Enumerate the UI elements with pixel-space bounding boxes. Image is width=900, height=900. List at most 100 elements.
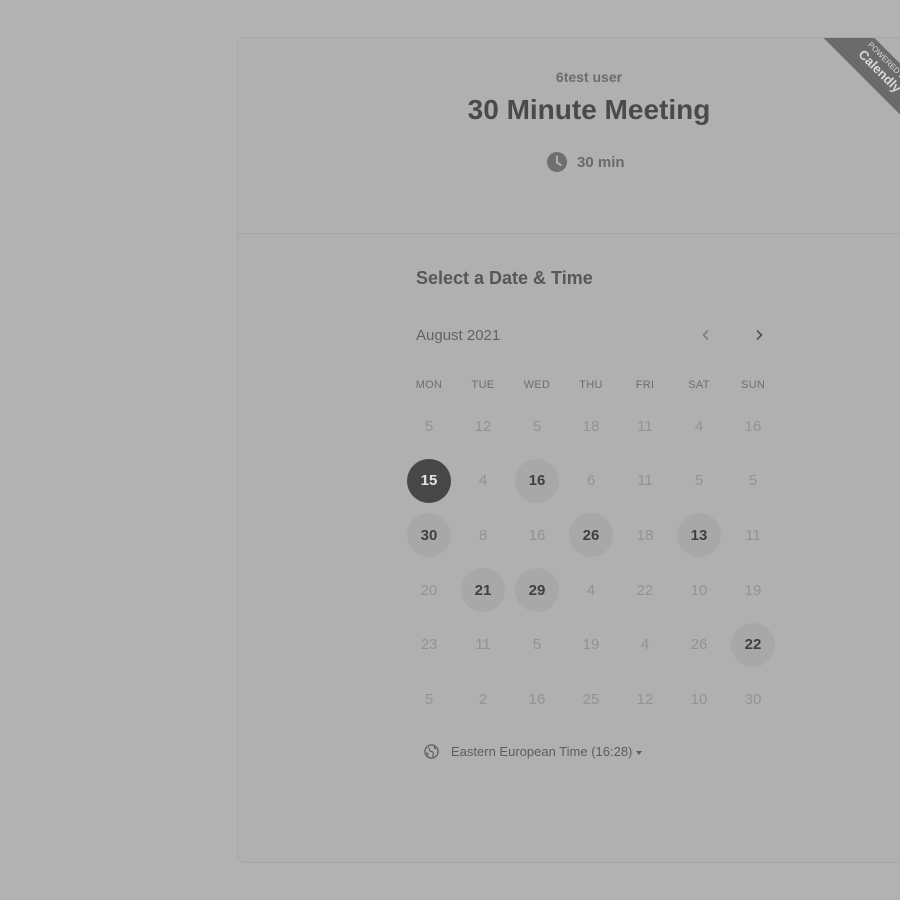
day-label-unavailable: 16 [528, 526, 546, 544]
event-duration: 30 min [547, 150, 625, 174]
day-cell: 16 [510, 672, 564, 727]
day-cell: 2 [456, 672, 510, 727]
day-cell: 5 [726, 454, 780, 509]
day-label-unavailable: 4 [640, 636, 650, 654]
day-label-unavailable: 12 [474, 417, 492, 435]
day-cell: 10 [672, 672, 726, 727]
day-label-unavailable: 5 [424, 690, 434, 708]
day-label-unavailable: 18 [636, 526, 654, 544]
day-label-unavailable: 18 [582, 417, 600, 435]
day-label-unavailable: 23 [420, 636, 438, 654]
day-label-unavailable: 22 [636, 581, 654, 599]
day-label-unavailable: 12 [636, 690, 654, 708]
calendar-grid: 5 12 5 18 11 4 16 15 4 16 6 11 5 5 30 8 16 26 18 13 11 20 21 29… [402, 399, 780, 727]
day-cell: 18 [618, 508, 672, 563]
day-label-unavailable: 10 [690, 581, 708, 599]
day-cell: 26 [564, 508, 618, 563]
day-cell: 12 [456, 399, 510, 454]
day-label-unavailable: 19 [582, 636, 600, 654]
day-label-unavailable: 5 [424, 417, 434, 435]
day-button-available[interactable]: 21 [461, 568, 505, 613]
duration-label: 30 min [577, 153, 625, 171]
day-cell: 5 [402, 672, 456, 727]
timezone-selector[interactable]: Eastern European Time (16:28) [424, 744, 643, 759]
day-label-unavailable: 4 [586, 581, 596, 599]
day-label-unavailable: 11 [475, 636, 491, 654]
day-cell: 6 [564, 454, 618, 509]
day-cell: 4 [618, 617, 672, 672]
day-label-unavailable: 5 [748, 472, 758, 490]
month-label: August 2021 [416, 327, 501, 344]
day-button-available[interactable]: 13 [677, 513, 721, 558]
day-cell: 10 [672, 563, 726, 618]
day-cell: 5 [402, 399, 456, 454]
day-cell: 16 [510, 454, 564, 509]
day-label-unavailable: 5 [694, 472, 704, 490]
weekday-label: MON [415, 379, 443, 391]
day-label-unavailable: 4 [478, 472, 488, 490]
next-month-button[interactable] [746, 322, 772, 348]
day-label-unavailable: 11 [745, 526, 761, 544]
day-label-unavailable: 5 [532, 417, 542, 435]
weekday-label: SAT [688, 379, 710, 391]
weekday-label: THU [579, 379, 603, 391]
day-label-unavailable: 4 [694, 417, 704, 435]
previous-month-button[interactable] [693, 322, 719, 348]
day-button-available[interactable]: 29 [515, 568, 559, 613]
chevron-right-icon [756, 329, 763, 341]
day-cell: 22 [726, 617, 780, 672]
globe-icon [424, 744, 439, 759]
clock-icon [547, 152, 567, 172]
timezone-label: Eastern European Time (16:28) [451, 744, 643, 759]
day-cell: 19 [726, 563, 780, 618]
day-cell: 18 [564, 399, 618, 454]
day-cell: 4 [456, 454, 510, 509]
day-label-unavailable: 20 [420, 581, 438, 599]
weekday-header: MON TUE WED THU FRI SAT SUN [402, 379, 780, 391]
caret-down-icon [636, 750, 643, 755]
day-cell: 30 [726, 672, 780, 727]
day-cell: 4 [564, 563, 618, 618]
day-cell: 11 [618, 399, 672, 454]
day-button-available[interactable]: 30 [407, 513, 451, 558]
weekday-label: SUN [740, 379, 766, 391]
day-cell: 11 [726, 508, 780, 563]
day-label-unavailable: 6 [586, 472, 596, 490]
section-title: Select a Date & Time [416, 268, 593, 288]
day-cell: 20 [402, 563, 456, 618]
day-label-unavailable: 26 [690, 636, 708, 654]
day-cell: 26 [672, 617, 726, 672]
booking-card: 6test user 30 Minute Meeting 30 min POWE… [237, 37, 900, 863]
day-cell: 4 [672, 399, 726, 454]
day-button-available[interactable]: 22 [731, 622, 775, 667]
day-cell: 16 [510, 508, 564, 563]
day-button-selected[interactable]: 15 [407, 458, 451, 503]
day-cell: 12 [618, 672, 672, 727]
day-cell: 8 [456, 508, 510, 563]
day-cell: 21 [456, 563, 510, 618]
day-label-unavailable: 5 [532, 636, 542, 654]
timezone-text: Eastern European Time (16:28) [451, 744, 633, 759]
day-cell: 30 [402, 508, 456, 563]
day-cell: 13 [672, 508, 726, 563]
day-button-available[interactable]: 26 [569, 513, 613, 558]
day-label-unavailable: 30 [744, 690, 762, 708]
day-label-unavailable: 19 [744, 581, 762, 599]
host-name: 6test user [555, 69, 623, 85]
weekday-label: FRI [635, 379, 655, 391]
day-label-unavailable: 11 [637, 472, 653, 490]
day-label-unavailable: 25 [582, 690, 600, 708]
day-cell: 15 [402, 454, 456, 509]
chevron-left-icon [702, 329, 709, 341]
event-header: 6test user 30 Minute Meeting 30 min [238, 38, 900, 234]
day-cell: 23 [402, 617, 456, 672]
weekday-label: WED [523, 379, 551, 391]
day-cell: 19 [564, 617, 618, 672]
day-label-unavailable: 11 [637, 417, 653, 435]
day-cell: 5 [510, 399, 564, 454]
day-cell: 5 [510, 617, 564, 672]
day-label-unavailable: 8 [478, 526, 488, 544]
day-button-available[interactable]: 16 [515, 458, 559, 503]
day-cell: 11 [456, 617, 510, 672]
day-cell: 22 [618, 563, 672, 618]
